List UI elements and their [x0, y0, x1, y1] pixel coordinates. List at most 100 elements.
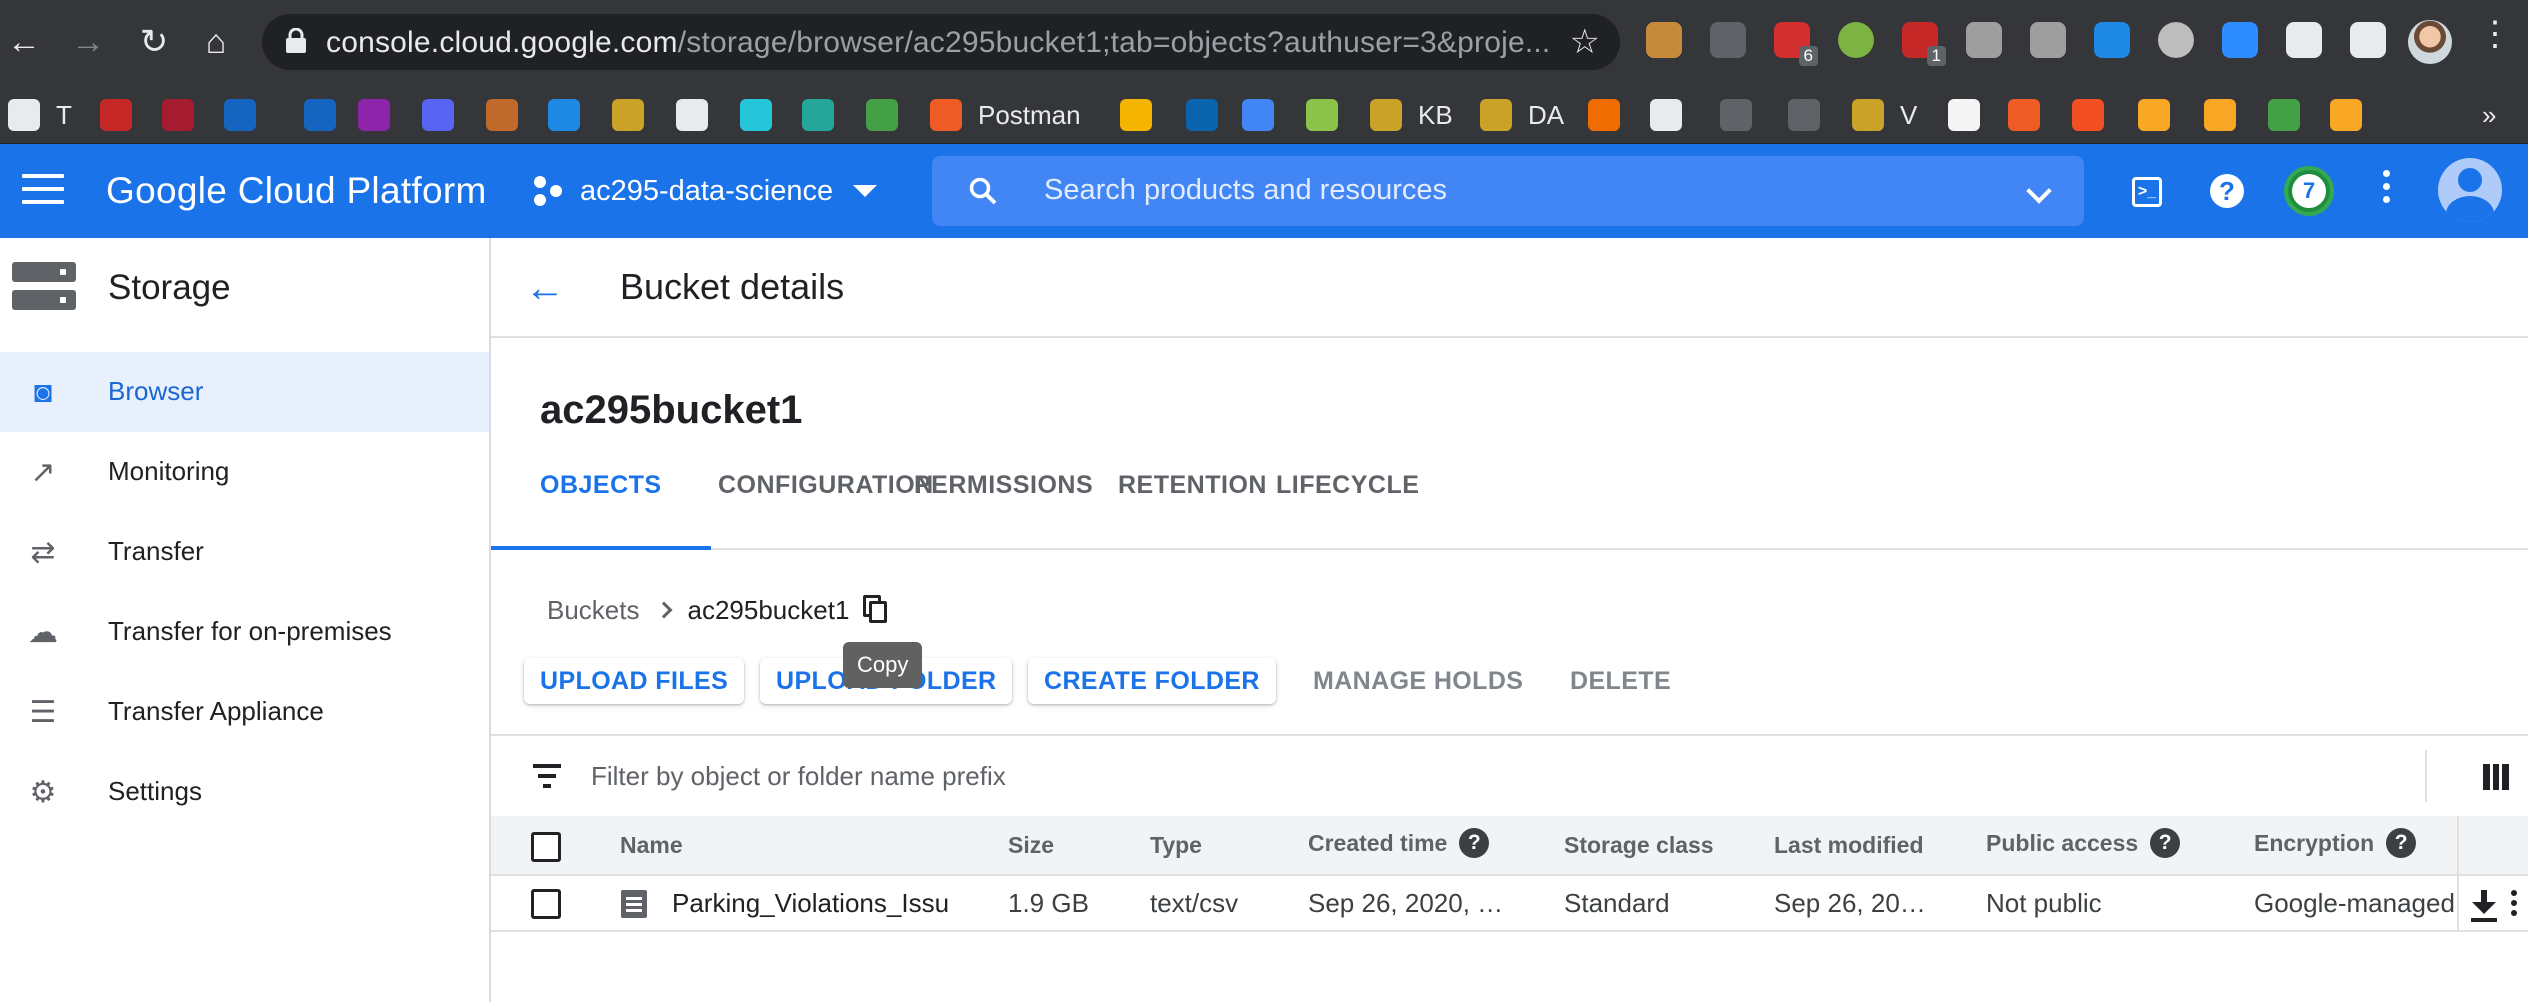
- feather-bookmark[interactable]: [486, 98, 518, 132]
- menu-icon[interactable]: [22, 174, 64, 208]
- v-bookmark[interactable]: V: [1852, 98, 1917, 132]
- record-extension-icon[interactable]: [2158, 22, 2194, 58]
- da-bookmark[interactable]: DA: [1480, 98, 1564, 132]
- globe-bookmark[interactable]: T: [8, 98, 72, 132]
- home-icon[interactable]: ⌂: [192, 18, 240, 66]
- kb-bookmark[interactable]: KB: [1370, 98, 1453, 132]
- column-header-type[interactable]: Type: [1150, 832, 1202, 859]
- sidebar-item-transfer[interactable]: ⇄ Transfer: [0, 512, 489, 592]
- account-avatar[interactable]: [2438, 158, 2502, 222]
- postman-bookmark[interactable]: Postman: [930, 98, 1081, 132]
- r-extension-icon[interactable]: [1966, 22, 2002, 58]
- more-vert-icon[interactable]: [2511, 890, 2519, 920]
- zoom-icon[interactable]: [2222, 22, 2258, 58]
- figure-bookmark[interactable]: [2138, 98, 2170, 132]
- search-box[interactable]: Search products and resources: [932, 156, 2084, 226]
- yale-bookmark[interactable]: [224, 98, 256, 132]
- eye-bookmark[interactable]: [802, 98, 834, 132]
- github-bookmark-3[interactable]: [1720, 98, 1752, 132]
- pocket-icon[interactable]: [1710, 22, 1746, 58]
- notifications-button[interactable]: 7: [2284, 166, 2334, 216]
- ring-bookmark[interactable]: [1306, 98, 1338, 132]
- row-checkbox[interactable]: [531, 889, 561, 919]
- help-circle-icon[interactable]: ?: [2150, 828, 2181, 858]
- select-all-checkbox[interactable]: [531, 832, 561, 862]
- back-arrow-icon[interactable]: ←: [525, 266, 565, 311]
- table-row[interactable]: Parking_Violations_Issu 1.9 GB text/csv …: [491, 876, 2528, 932]
- object-name-link[interactable]: Parking_Violations_Issu: [672, 888, 972, 919]
- bookmark-star-icon[interactable]: ☆: [1570, 22, 1600, 62]
- j-bookmark[interactable]: [1120, 98, 1152, 132]
- copy-icon[interactable]: [863, 595, 889, 625]
- yale-bookmark-2[interactable]: [304, 98, 336, 132]
- column-display-icon[interactable]: [2483, 764, 2510, 790]
- outlook-bookmark[interactable]: [1186, 98, 1218, 132]
- filter-input[interactable]: [591, 756, 1591, 796]
- reload-icon[interactable]: ↻: [130, 18, 178, 66]
- column-header-name[interactable]: Name: [620, 832, 683, 859]
- briefcase-bookmark[interactable]: [1242, 98, 1274, 132]
- column-header-created[interactable]: Created time?: [1308, 828, 1490, 858]
- harvard-shield-bookmark[interactable]: [100, 98, 132, 132]
- address-bar[interactable]: console.cloud.google.com/storage/browser…: [262, 14, 1620, 70]
- lastpass-icon[interactable]: 6: [1774, 22, 1818, 66]
- sidebar-item-monitoring[interactable]: ↗ Monitoring: [0, 432, 489, 512]
- microsoft-bookmark[interactable]: [2072, 98, 2104, 132]
- af-bookmark[interactable]: [1948, 98, 1980, 132]
- chart-bookmark[interactable]: [866, 98, 898, 132]
- sidebar-item-settings[interactable]: ⚙ Settings: [0, 752, 489, 832]
- help-circle-icon[interactable]: ?: [1459, 828, 1490, 858]
- sidebar-item-transfer-appliance[interactable]: ☰ Transfer Appliance: [0, 672, 489, 752]
- chrome-menu-icon[interactable]: ⋮: [2478, 14, 2512, 54]
- project-selector[interactable]: ac295-data-science: [534, 168, 878, 214]
- tab-bar: OBJECTS CONFIGURATION PERMISSIONS RETENTION…: [491, 454, 2528, 550]
- manage-holds-button[interactable]: MANAGE HOLDS: [1297, 658, 1539, 704]
- app-title[interactable]: Google Cloud Platform: [106, 170, 487, 212]
- green-ring-bookmark[interactable]: [2268, 98, 2300, 132]
- help-circle-icon[interactable]: ?: [2386, 828, 2417, 858]
- red-clock-bookmark[interactable]: [2008, 98, 2040, 132]
- github-bookmark-4[interactable]: [1788, 98, 1820, 132]
- bookmarks-overflow-icon[interactable]: »: [2482, 98, 2496, 132]
- blue-bolt-extension-icon[interactable]: [2094, 22, 2130, 58]
- column-header-storage-class[interactable]: Storage class: [1564, 832, 1714, 859]
- harvard-crimson-bookmark[interactable]: [162, 98, 194, 132]
- breadcrumb-buckets[interactable]: Buckets: [547, 595, 640, 626]
- column-header-last-modified[interactable]: Last modified: [1774, 832, 1924, 859]
- chevron-down-icon[interactable]: [2026, 178, 2052, 204]
- forward-icon[interactable]: →: [64, 18, 112, 66]
- blue-x-bookmark[interactable]: [548, 98, 580, 132]
- media-control-icon[interactable]: [2350, 22, 2386, 58]
- teal-circle-bookmark[interactable]: [740, 98, 772, 132]
- delete-button[interactable]: DELETE: [1554, 658, 1687, 704]
- column-header-encryption[interactable]: Encryption?: [2254, 828, 2417, 858]
- more-vert-icon[interactable]: [2382, 170, 2392, 212]
- copy-extension-icon[interactable]: [2030, 22, 2066, 58]
- paper-plane-bookmark[interactable]: [612, 98, 644, 132]
- sidebar-item-transfer-for-on-premises[interactable]: ☁ Transfer for on-premises: [0, 592, 489, 672]
- orange-grid-bookmark[interactable]: [1588, 98, 1620, 132]
- cookie-extension-icon[interactable]: [1646, 22, 1682, 58]
- chrome-profile-avatar[interactable]: [2408, 20, 2452, 64]
- cloud-shell-icon[interactable]: >_: [2132, 177, 2162, 207]
- sidebar-item-browser[interactable]: ◙ Browser: [0, 352, 489, 432]
- orange-app-bookmark[interactable]: [2330, 98, 2362, 132]
- upload-files-button[interactable]: UPLOAD FILES: [524, 658, 745, 704]
- create-folder-button[interactable]: CREATE FOLDER: [1028, 658, 1276, 704]
- download-icon[interactable]: [2469, 890, 2499, 922]
- help-icon[interactable]: ?: [2210, 174, 2244, 208]
- purple-heart-bookmark[interactable]: [358, 98, 390, 132]
- discord-bookmark[interactable]: [422, 98, 454, 132]
- search-input[interactable]: Search products and resources: [1044, 174, 1447, 207]
- red-hand-extension-icon[interactable]: 1: [1902, 22, 1946, 66]
- tab-lifecycle[interactable]: LIFECYCLE: [1227, 454, 1468, 550]
- green-circle-extension-icon[interactable]: [1838, 22, 1874, 58]
- column-header-public-access[interactable]: Public access?: [1986, 828, 2181, 858]
- column-header-size[interactable]: Size: [1008, 832, 1054, 859]
- back-icon[interactable]: ←: [0, 18, 48, 66]
- puzzle-extensions-icon[interactable]: [2286, 22, 2322, 58]
- github-bookmark-2[interactable]: [1650, 98, 1682, 132]
- figure-bookmark-2[interactable]: [2204, 98, 2236, 132]
- orange-app-bookmark-icon: [2330, 99, 2362, 131]
- github-bookmark[interactable]: [676, 98, 708, 132]
